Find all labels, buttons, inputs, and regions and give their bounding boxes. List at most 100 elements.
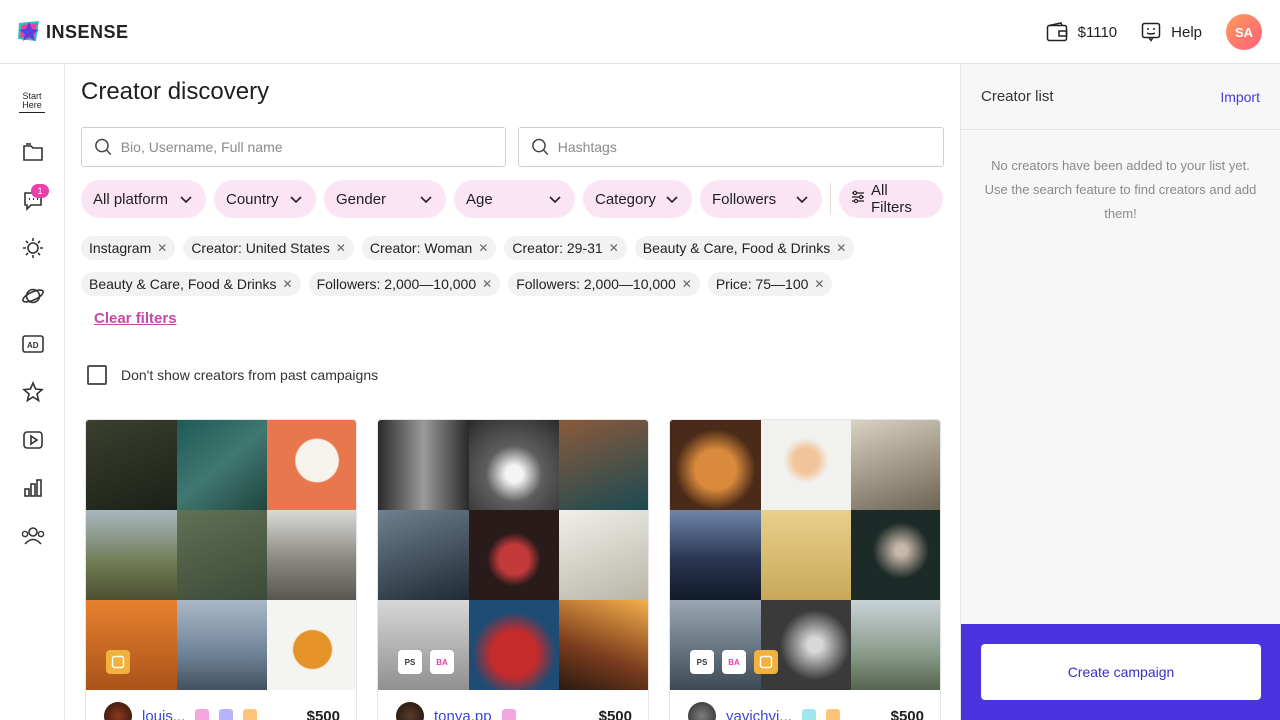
start-here-link[interactable]: Start Here (19, 92, 45, 113)
creator-card[interactable]: PS BA tonya.pp $500 (377, 419, 649, 720)
filter-chip[interactable]: Price: 75—100 ✕ (707, 272, 833, 296)
lightning-icon (825, 709, 840, 720)
chevron-down-icon (420, 191, 432, 208)
media-thumbnail (267, 510, 356, 600)
lightning-icon (243, 709, 258, 720)
media-thumbnail (760, 510, 852, 600)
close-icon[interactable]: ✕ (682, 277, 692, 291)
filter-chip[interactable]: Beauty & Care, Food & Drinks ✕ (634, 236, 855, 260)
media-thumbnail (670, 600, 761, 690)
media-thumbnail (468, 600, 560, 690)
media-thumbnail (378, 420, 469, 510)
filter-age[interactable]: Age (454, 180, 575, 218)
creator-search-field[interactable] (81, 127, 506, 167)
nav-ads[interactable]: AD (20, 331, 46, 357)
nav-content[interactable] (20, 427, 46, 453)
media-thumbnail (176, 510, 268, 600)
filter-followers[interactable]: Followers (700, 180, 822, 218)
chip-label: Creator: Woman (369, 240, 473, 256)
nav-creators[interactable] (20, 523, 46, 549)
nav-projects[interactable] (20, 139, 46, 165)
media-thumbnail (559, 510, 648, 600)
wallet-balance[interactable]: $1110 (1046, 22, 1117, 42)
badge-icon (501, 709, 516, 720)
past-campaigns-option: Don't show creators from past campaigns (87, 365, 378, 385)
cta-footer: Create campaign (961, 624, 1280, 720)
creator-username[interactable]: tonya.pp (434, 708, 492, 720)
filter-chip[interactable]: Creator: 29-31 ✕ (504, 236, 627, 260)
badge-icon (195, 709, 210, 720)
close-icon[interactable]: ✕ (336, 241, 346, 255)
chart-icon (24, 479, 42, 497)
creator-username[interactable]: louis... (142, 708, 185, 720)
past-campaigns-checkbox[interactable] (87, 365, 107, 385)
chevron-down-icon (290, 191, 302, 208)
chip-label: Followers: 2,000—10,000 (516, 276, 676, 292)
search-icon (95, 138, 112, 156)
creator-list-panel: Creator list Import No creators have bee… (960, 64, 1280, 720)
creator-price: $500 (598, 707, 632, 720)
chip-label: Followers: 2,000—10,000 (316, 276, 477, 292)
close-icon[interactable]: ✕ (478, 241, 488, 255)
help-icon (1141, 22, 1161, 42)
media-thumbnail (86, 600, 177, 690)
creator-card[interactable]: louis... $500 (85, 419, 357, 720)
media-thumbnail (378, 600, 469, 690)
filter-chip[interactable]: Beauty & Care, Food & Drinks ✕ (81, 272, 301, 296)
brand-logo[interactable]: INSENSE (16, 19, 129, 45)
filter-gender[interactable]: Gender (324, 180, 446, 218)
filter-platform[interactable]: All platform (81, 180, 206, 218)
nav-performance[interactable] (20, 475, 46, 501)
svg-text:AD: AD (27, 341, 39, 350)
filter-chip[interactable]: Followers: 2,000—10,000 ✕ (308, 272, 501, 296)
close-icon[interactable]: ✕ (157, 241, 167, 255)
close-icon[interactable]: ✕ (609, 241, 619, 255)
import-link[interactable]: Import (1220, 89, 1260, 105)
ba-badge: BA (430, 650, 454, 674)
nav-favorites[interactable] (20, 379, 46, 405)
hashtag-search-field[interactable] (518, 127, 944, 167)
creator-card[interactable]: PS BA yavichvi... $500 (669, 419, 941, 720)
ps-badge: PS (398, 650, 422, 674)
start-here-line2: Here (22, 100, 42, 110)
help-button[interactable]: Help (1141, 22, 1202, 42)
all-filters-label: All Filters (871, 182, 912, 216)
nav-inspiration[interactable] (20, 235, 46, 261)
creator-search-input[interactable] (120, 139, 505, 155)
planet-icon (22, 288, 44, 304)
chip-label: Creator: 29-31 (512, 240, 603, 256)
empty-state-text: No creators have been added to your list… (984, 158, 1257, 221)
close-icon[interactable]: ✕ (283, 277, 293, 291)
creator-avatar (104, 702, 132, 720)
filter-country[interactable]: Country (214, 180, 316, 218)
filter-chip[interactable]: Creator: United States ✕ (183, 236, 354, 260)
filter-chip[interactable]: Instagram ✕ (81, 236, 176, 260)
left-navigation: Start Here 1 AD (0, 64, 65, 720)
close-icon[interactable]: ✕ (814, 277, 824, 291)
clear-filters-link[interactable]: Clear filters (94, 310, 177, 327)
all-filters-button[interactable]: All Filters (839, 180, 943, 218)
media-thumbnail (760, 420, 852, 510)
chip-label: Beauty & Care, Food & Drinks (89, 276, 277, 292)
filter-chip[interactable]: Followers: 2,000—10,000 ✕ (508, 272, 700, 296)
media-thumbnail (176, 420, 268, 510)
brand-name: INSENSE (46, 21, 129, 42)
badge-icon (801, 709, 816, 720)
create-campaign-button[interactable]: Create campaign (981, 644, 1261, 700)
creator-cards: louis... $500 PS BA tonya.pp $500 PS BA … (85, 419, 941, 720)
filter-category[interactable]: Category (583, 180, 692, 218)
sliders-icon (851, 190, 865, 208)
filter-label: Gender (336, 190, 387, 208)
filter-chip[interactable]: Creator: Woman ✕ (361, 236, 497, 260)
people-icon (21, 527, 45, 545)
creator-price: $500 (890, 707, 924, 720)
creator-list-title: Creator list (981, 88, 1054, 105)
user-avatar[interactable]: SA (1226, 14, 1262, 50)
close-icon[interactable]: ✕ (836, 241, 846, 255)
creator-username[interactable]: yavichvi... (726, 708, 792, 720)
nav-discovery[interactable] (20, 283, 46, 309)
close-icon[interactable]: ✕ (482, 277, 492, 291)
chip-label: Instagram (89, 240, 152, 256)
filter-label: Category (595, 190, 656, 208)
hashtag-search-input[interactable] (557, 139, 943, 155)
